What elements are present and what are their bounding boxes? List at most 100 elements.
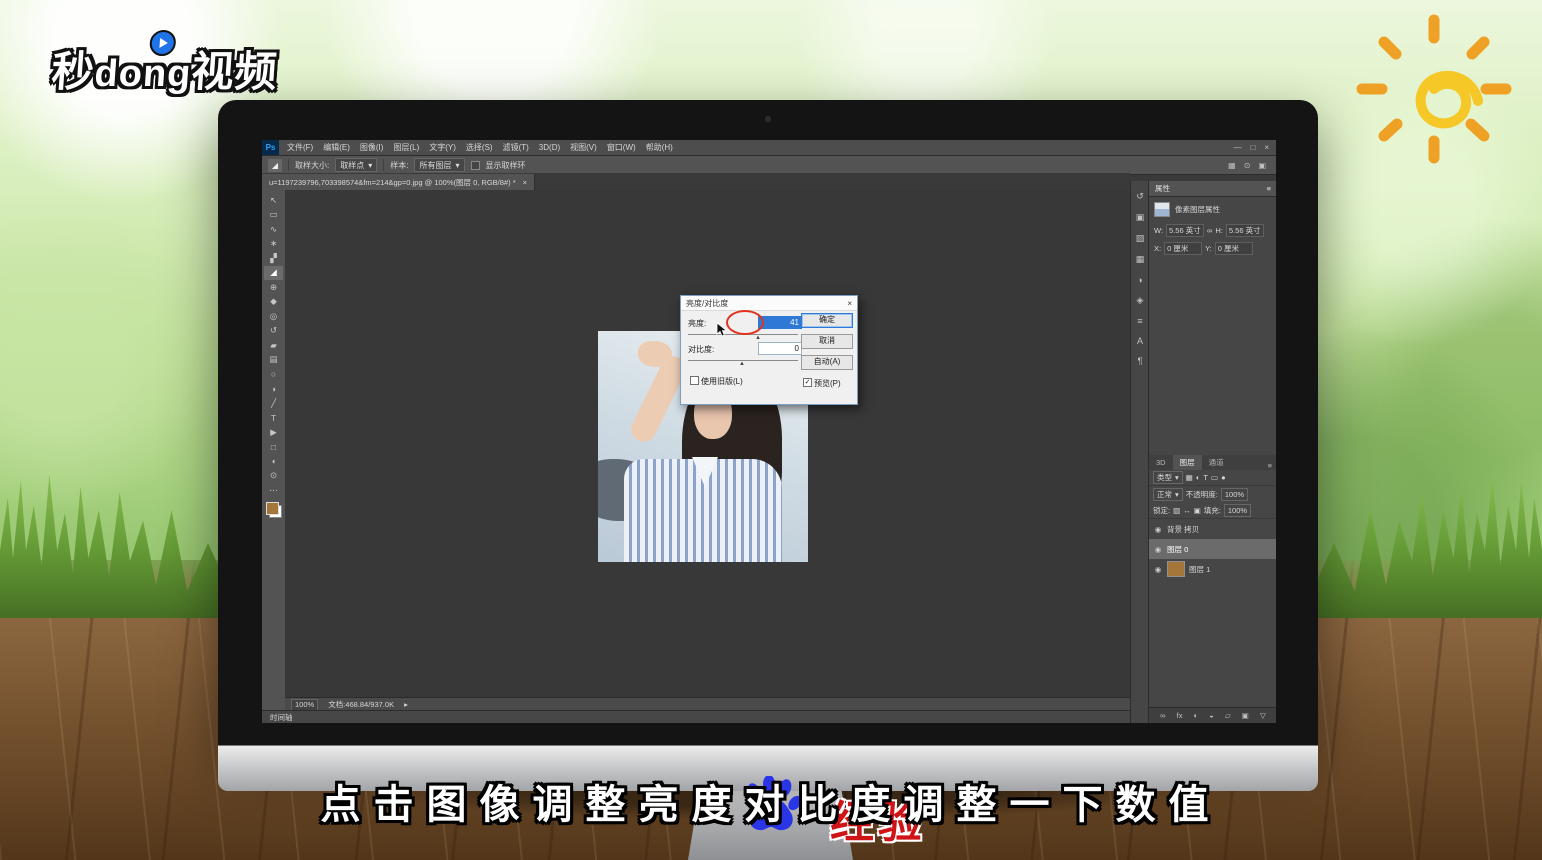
- ok-button[interactable]: 确定: [801, 313, 853, 328]
- filter-type-icon[interactable]: T: [1203, 473, 1208, 482]
- fill-value[interactable]: 100%: [1223, 504, 1252, 517]
- workspace-icon[interactable]: ▦: [1228, 161, 1236, 170]
- show-ring-checkbox[interactable]: [470, 160, 480, 170]
- auto-button[interactable]: 自动(A): [801, 355, 853, 370]
- quick-selection-tool[interactable]: ∗: [264, 237, 283, 252]
- gradient-tool[interactable]: ▤: [264, 353, 283, 368]
- adjustments-panel-icon[interactable]: ◑: [1137, 275, 1142, 285]
- healing-brush-tool[interactable]: ⊕: [264, 280, 283, 295]
- type-tool[interactable]: T: [264, 411, 283, 426]
- tab-channels[interactable]: 通道: [1202, 455, 1231, 470]
- lock-all-icon[interactable]: ▣: [1194, 506, 1201, 515]
- layer-mask-icon[interactable]: ◐: [1194, 711, 1199, 720]
- menu-select[interactable]: 选择(S): [461, 140, 498, 155]
- shape-tool[interactable]: □: [264, 440, 283, 455]
- filter-pixel-icon[interactable]: ▦: [1186, 473, 1193, 482]
- pen-tool[interactable]: ╱: [264, 396, 283, 411]
- history-panel-icon[interactable]: ↺: [1136, 191, 1144, 202]
- history-brush-tool[interactable]: ↺: [264, 324, 283, 339]
- opacity-value[interactable]: 100%: [1220, 488, 1249, 501]
- menu-edit[interactable]: 编辑(E): [318, 140, 355, 155]
- preview-checkbox[interactable]: ✓: [803, 378, 812, 387]
- adjustment-layer-icon[interactable]: ◒: [1209, 711, 1214, 720]
- filter-smart-icon[interactable]: ●: [1221, 473, 1226, 482]
- menu-filter[interactable]: 滤镜(T): [498, 140, 534, 155]
- link-dimensions-icon[interactable]: ∞: [1207, 226, 1212, 235]
- visibility-eye-icon[interactable]: ◉: [1153, 565, 1163, 574]
- menu-image[interactable]: 图像(I): [355, 140, 389, 155]
- lock-position-icon[interactable]: ↔: [1183, 506, 1191, 515]
- info-panel-icon[interactable]: ≡: [1137, 316, 1142, 326]
- path-selection-tool[interactable]: ▶: [264, 425, 283, 440]
- minimize-icon[interactable]: —: [1233, 143, 1241, 152]
- menu-layer[interactable]: 图层(L): [388, 140, 424, 155]
- snapshot-panel-icon[interactable]: ▣: [1136, 212, 1145, 223]
- hand-tool[interactable]: ◖: [264, 454, 283, 469]
- lasso-tool[interactable]: ∿: [264, 222, 283, 237]
- close-tab-icon[interactable]: ×: [523, 178, 527, 187]
- layer-row-layer-0[interactable]: ◉ 图层 0: [1149, 539, 1276, 559]
- layer-filter-dropdown[interactable]: 类型 ▾: [1153, 471, 1183, 484]
- menu-type[interactable]: 文字(Y): [424, 140, 461, 155]
- toolbar-more-icon[interactable]: ⋯: [264, 483, 283, 498]
- zoom-level[interactable]: 100%: [291, 698, 319, 711]
- tab-layers[interactable]: 图层: [1172, 455, 1202, 470]
- move-tool[interactable]: ↖: [264, 193, 283, 208]
- panel-menu-icon[interactable]: ≡: [1267, 184, 1271, 193]
- color-panel-icon[interactable]: ▨: [1136, 233, 1145, 244]
- h-value[interactable]: 5.56 英寸: [1225, 224, 1264, 237]
- timeline-bar[interactable]: 时间轴: [262, 710, 1146, 723]
- zoom-tool[interactable]: ⊙: [264, 469, 283, 484]
- filter-adjustment-icon[interactable]: ◐: [1196, 473, 1201, 482]
- panel-menu-icon[interactable]: ≡: [1268, 461, 1276, 470]
- contrast-slider-thumb[interactable]: ▲: [739, 361, 745, 367]
- dialog-close-icon[interactable]: ×: [847, 299, 852, 308]
- brush-tool[interactable]: ◆: [264, 295, 283, 310]
- crop-tool[interactable]: ▞: [264, 251, 283, 266]
- cancel-button[interactable]: 取消: [801, 334, 853, 349]
- menu-window[interactable]: 窗口(W): [602, 140, 641, 155]
- restore-icon[interactable]: □: [1250, 143, 1255, 152]
- filter-shape-icon[interactable]: ▭: [1211, 473, 1218, 482]
- delete-layer-icon[interactable]: ▽: [1260, 711, 1266, 720]
- swatches-panel-icon[interactable]: ▦: [1136, 254, 1145, 265]
- styles-panel-icon[interactable]: ◈: [1137, 295, 1144, 306]
- paragraph-panel-icon[interactable]: ¶: [1138, 356, 1143, 366]
- foreground-color-swatch[interactable]: [265, 501, 279, 515]
- character-panel-icon[interactable]: A: [1137, 336, 1143, 346]
- clone-stamp-tool[interactable]: ◎: [264, 309, 283, 324]
- search-icon[interactable]: ⊙: [1244, 161, 1251, 170]
- color-swatches[interactable]: [265, 501, 283, 519]
- layer-row-background-copy[interactable]: ◉ 背景 拷贝: [1149, 519, 1276, 539]
- grid-icon[interactable]: ▣: [1258, 161, 1266, 170]
- brightness-input[interactable]: 41: [758, 316, 802, 329]
- contrast-input[interactable]: 0: [758, 342, 802, 355]
- menu-help[interactable]: 帮助(H): [641, 140, 678, 155]
- w-value[interactable]: 5.56 英寸: [1166, 224, 1205, 237]
- tab-3d[interactable]: 3D: [1149, 455, 1173, 470]
- menu-3d[interactable]: 3D(D): [534, 140, 565, 155]
- layer-group-icon[interactable]: ▱: [1225, 711, 1231, 720]
- eyedropper-tool[interactable]: ◢: [264, 265, 283, 280]
- status-arrow-icon[interactable]: ▸: [404, 700, 408, 709]
- blend-mode-dropdown[interactable]: 正常 ▾: [1153, 488, 1183, 501]
- blur-tool[interactable]: ○: [264, 367, 283, 382]
- canvas[interactable]: [285, 190, 1130, 697]
- visibility-eye-icon[interactable]: ◉: [1153, 545, 1163, 554]
- dodge-tool[interactable]: ◑: [264, 382, 283, 397]
- eraser-tool[interactable]: ▰: [264, 338, 283, 353]
- brightness-slider-thumb[interactable]: ▲: [755, 335, 761, 341]
- close-icon[interactable]: ×: [1264, 143, 1269, 152]
- rectangular-marquee-tool[interactable]: ▭: [264, 208, 283, 223]
- y-value[interactable]: 0 厘米: [1214, 242, 1253, 255]
- layer-style-icon[interactable]: fx: [1177, 711, 1183, 720]
- new-layer-icon[interactable]: ▣: [1242, 711, 1249, 720]
- use-legacy-checkbox[interactable]: [690, 376, 699, 385]
- sample-size-dropdown[interactable]: 取样点 ▾: [335, 158, 378, 172]
- menu-file[interactable]: 文件(F): [282, 140, 318, 155]
- layer-row-layer-1[interactable]: ◉ 图层 1: [1149, 559, 1276, 579]
- lock-transparency-icon[interactable]: ▨: [1173, 506, 1180, 515]
- x-value[interactable]: 0 厘米: [1164, 242, 1203, 255]
- menu-view[interactable]: 视图(V): [565, 140, 602, 155]
- visibility-eye-icon[interactable]: ◉: [1153, 525, 1163, 534]
